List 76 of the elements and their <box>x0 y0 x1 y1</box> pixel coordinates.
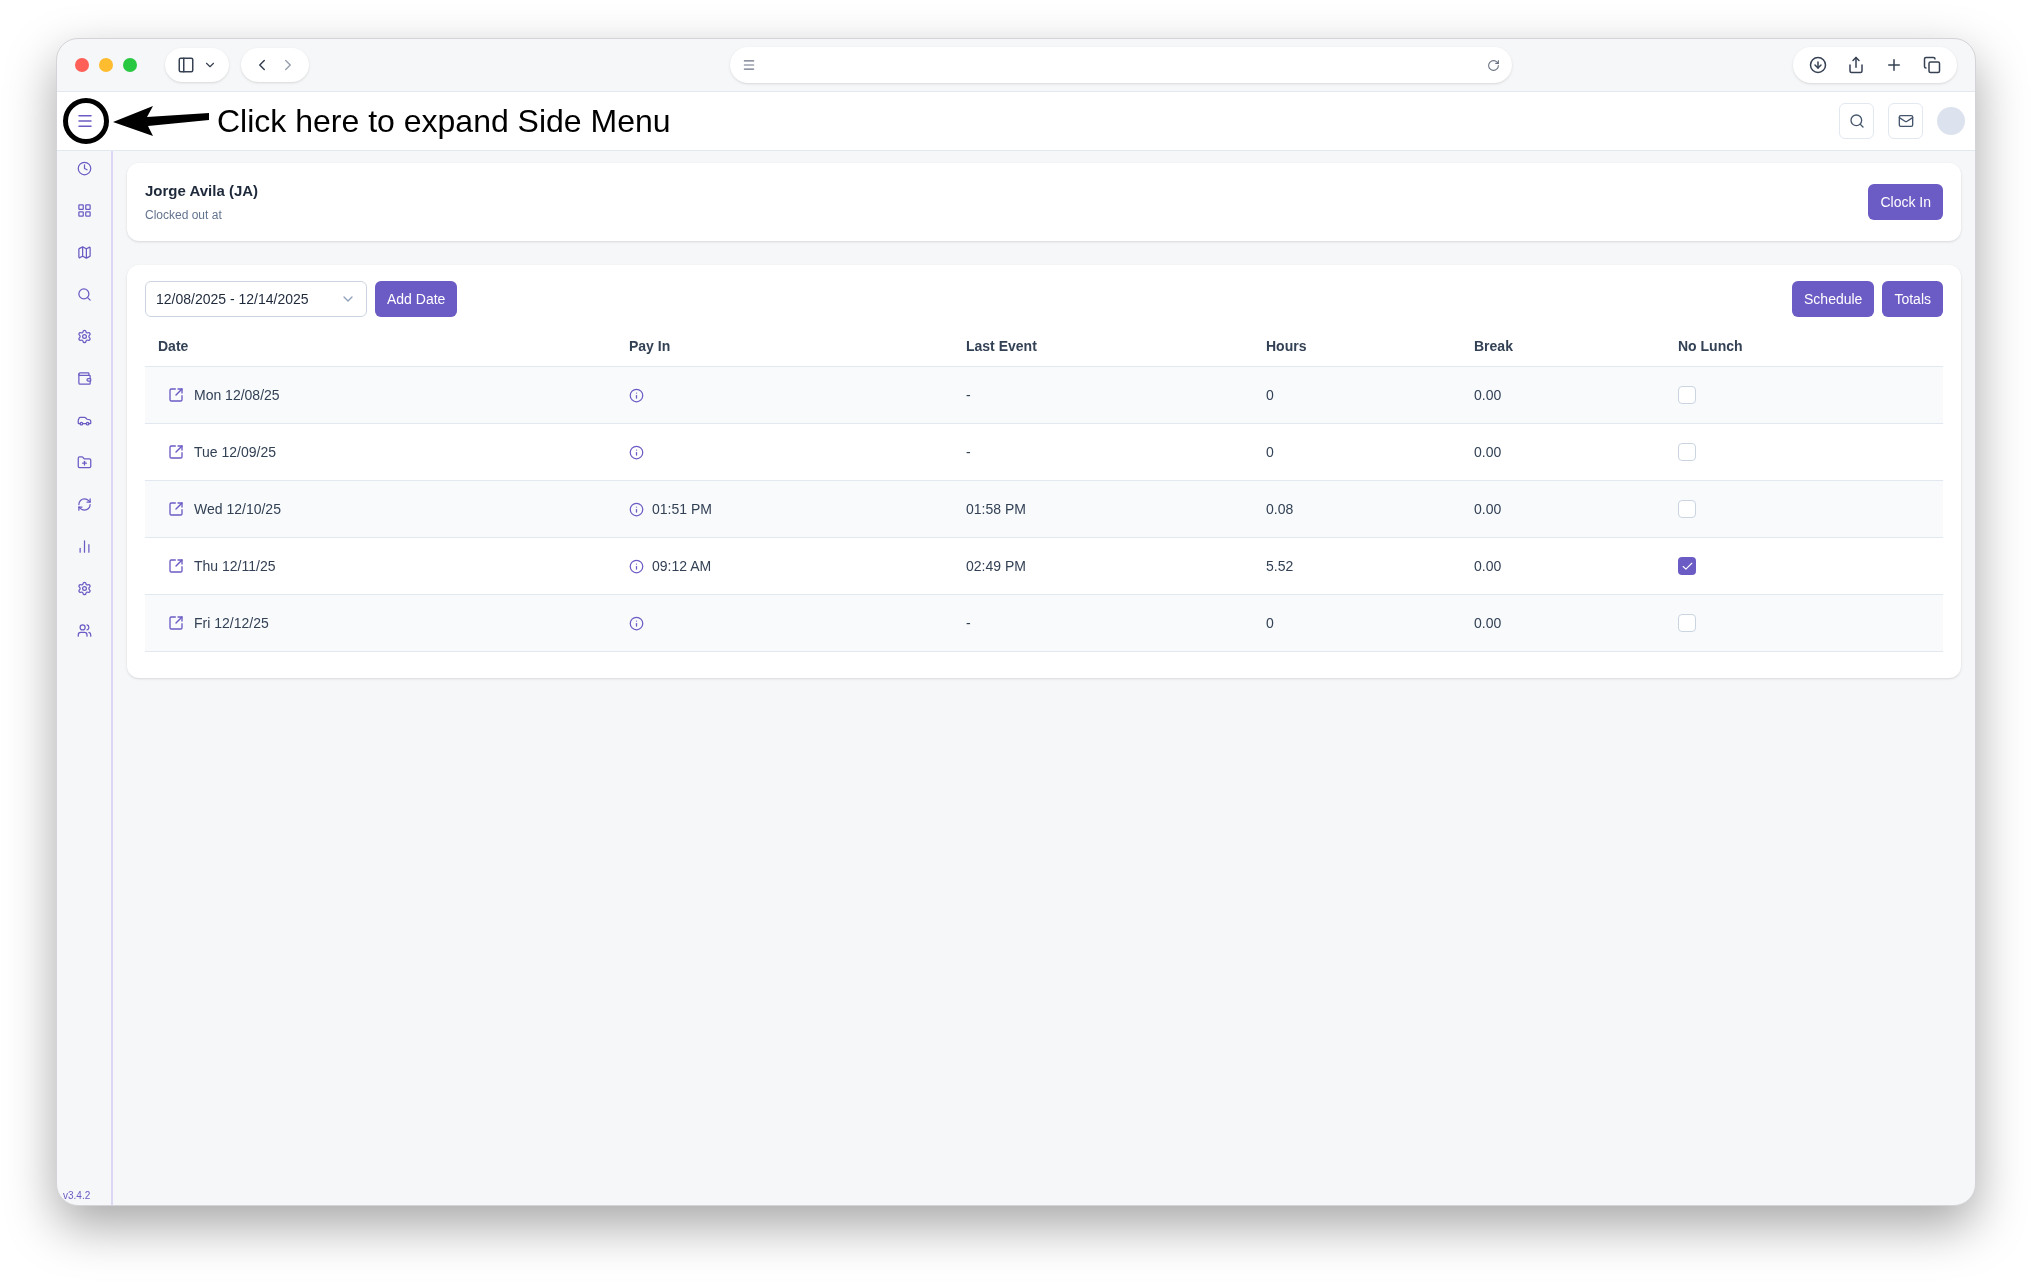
table-cell-text: 5.52 <box>1266 556 1294 576</box>
map-icon[interactable] <box>76 245 92 260</box>
info-icon[interactable] <box>629 615 644 631</box>
table-cell-text: 0.00 <box>1474 385 1502 405</box>
annotation-text: Click here to expand Side Menu <box>217 102 671 141</box>
table-cell-text: Mon 12/08/25 <box>194 385 280 405</box>
share-icon[interactable] <box>1847 56 1865 74</box>
info-icon[interactable] <box>629 444 644 460</box>
info-icon[interactable] <box>629 558 644 574</box>
edit-day-icon[interactable] <box>168 558 184 574</box>
bar-chart-icon[interactable] <box>76 539 92 554</box>
table-cell-text: - <box>966 613 971 633</box>
sidebar-toggle-icon[interactable] <box>177 56 195 74</box>
table-cell-text: - <box>966 442 971 462</box>
page-icon <box>742 58 756 72</box>
table-cell-text: 0.08 <box>1266 499 1294 519</box>
clock-in-button[interactable]: Clock In <box>1868 184 1943 220</box>
table-cell-text: 02:49 PM <box>966 556 1026 576</box>
settings-icon[interactable] <box>76 581 92 596</box>
table-cell-text: Fri 12/12/25 <box>194 613 269 633</box>
column-header: Break <box>1474 337 1513 356</box>
no-lunch-checkbox[interactable] <box>1678 500 1696 518</box>
edit-day-icon[interactable] <box>168 444 184 460</box>
search-icon[interactable] <box>76 287 92 302</box>
wallet-icon[interactable] <box>76 371 92 386</box>
clock-status: Clocked out at <box>145 207 223 225</box>
new-tab-icon[interactable] <box>1885 56 1903 74</box>
column-header: Last Event <box>966 337 1037 356</box>
table-cell-text: 0.00 <box>1474 613 1502 633</box>
reload-icon[interactable] <box>1487 58 1500 72</box>
tabs-overview-icon[interactable] <box>1923 56 1941 74</box>
table-cell-text: 0 <box>1266 385 1274 405</box>
table-cell-text: Tue 12/09/25 <box>194 442 276 462</box>
table-cell-text: Thu 12/11/25 <box>194 556 276 576</box>
table-cell-text: 09:12 AM <box>652 556 712 576</box>
add-date-button[interactable]: Add Date <box>375 281 458 317</box>
edit-day-icon[interactable] <box>168 501 184 517</box>
version-label: v3.4.2 <box>63 1189 91 1203</box>
column-header: Date <box>158 337 189 356</box>
no-lunch-checkbox[interactable] <box>1678 443 1696 461</box>
info-icon[interactable] <box>629 501 644 517</box>
clock-icon[interactable] <box>76 161 92 176</box>
settings-icon[interactable] <box>76 329 92 344</box>
download-icon[interactable] <box>1809 56 1827 74</box>
search-icon <box>1848 113 1865 129</box>
mail-button[interactable] <box>1888 103 1923 139</box>
table-cell-text: 0.00 <box>1474 499 1502 519</box>
column-header: No Lunch <box>1678 337 1743 356</box>
no-lunch-checkbox[interactable] <box>1678 386 1696 404</box>
edit-day-icon[interactable] <box>168 387 184 403</box>
table-cell-text: 0.00 <box>1474 556 1502 576</box>
edit-day-icon[interactable] <box>168 615 184 631</box>
search-button[interactable] <box>1839 103 1874 139</box>
users-icon[interactable] <box>76 623 92 638</box>
employee-name: Jorge Avila (JA) <box>145 180 259 201</box>
menu-icon <box>76 112 94 130</box>
info-icon[interactable] <box>629 387 644 403</box>
no-lunch-checkbox[interactable] <box>1678 557 1696 575</box>
column-header: Pay In <box>629 337 671 356</box>
table-cell-text: 01:58 PM <box>966 499 1026 519</box>
table-cell-text: 01:51 PM <box>652 499 712 519</box>
table-cell-text: 0 <box>1266 613 1274 633</box>
refresh-icon[interactable] <box>76 497 92 512</box>
close-window-icon[interactable] <box>75 58 89 72</box>
mail-icon <box>1897 113 1914 129</box>
totals-button[interactable]: Totals <box>1882 281 1943 317</box>
table-cell-text: - <box>966 385 971 405</box>
no-lunch-checkbox[interactable] <box>1678 614 1696 632</box>
grid-icon[interactable] <box>76 203 92 218</box>
folder-plus-icon[interactable] <box>76 455 92 470</box>
date-range-select[interactable]: 12/08/2025 - 12/14/2025 <box>145 281 367 317</box>
table-cell-text: 0.00 <box>1474 442 1502 462</box>
table-cell-text: Wed 12/10/25 <box>194 499 281 519</box>
schedule-button[interactable]: Schedule <box>1792 281 1875 317</box>
column-header: Hours <box>1266 337 1307 356</box>
table-cell-text: 0 <box>1266 442 1274 462</box>
